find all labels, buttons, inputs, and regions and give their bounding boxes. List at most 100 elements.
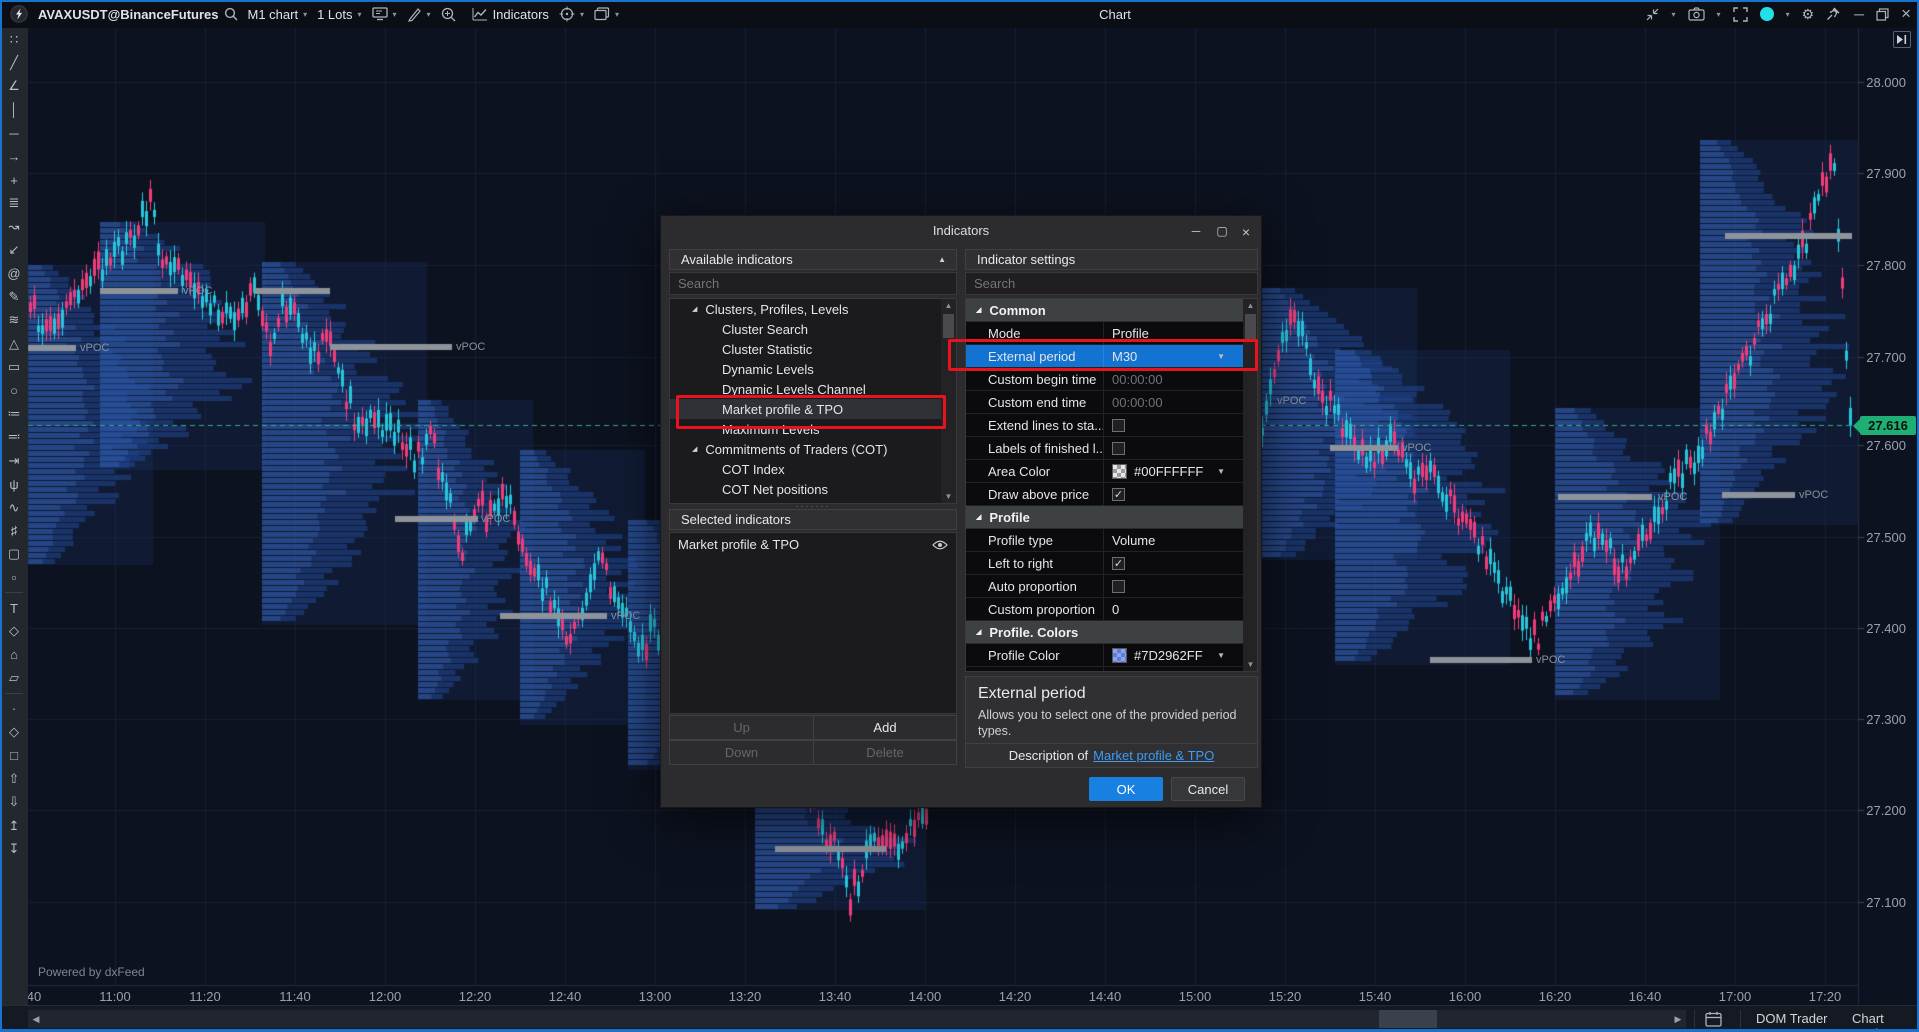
add-button[interactable]: Add [813, 715, 957, 740]
rectangle-tool-icon[interactable]: ▭ [0, 355, 28, 378]
templates-button[interactable]: ▾ [372, 7, 397, 21]
tree-item-cot-net-positions[interactable]: COT Net positions [670, 479, 956, 499]
horizontal-line-tool-icon[interactable]: ─ [0, 122, 28, 145]
settings-search-input[interactable] [965, 272, 1258, 295]
scroll-up-icon[interactable]: ▲ [941, 299, 956, 312]
zoom-button[interactable] [441, 7, 456, 22]
tree-expander-icon[interactable]: ◢ [692, 305, 697, 313]
polyline-tool-icon[interactable]: ↝ [0, 215, 28, 238]
available-indicators-header[interactable]: Available indicators ▲ [669, 249, 957, 270]
grid-tool-icon[interactable]: ♯ [0, 519, 28, 542]
cancel-button[interactable]: Cancel [1171, 777, 1245, 801]
ray-tool-icon[interactable]: ↙ [0, 239, 28, 262]
up-button[interactable]: Up [669, 715, 814, 740]
arrow-down-marker-tool-icon[interactable]: ⇩ [0, 791, 28, 814]
selection-tool-icon[interactable]: ∷ [0, 28, 28, 51]
dialog-minimize-button[interactable]: ─ [1187, 224, 1205, 238]
app-logo[interactable] [10, 5, 28, 23]
drawing-button[interactable]: ▾ [407, 7, 431, 22]
tree-item-cot-index[interactable]: COT Index [670, 459, 956, 479]
tree-item-cluster-search[interactable]: Cluster Search [670, 319, 956, 339]
chevron-down-icon[interactable]: ▼ [1217, 651, 1225, 660]
dot-marker-tool-icon[interactable]: · [0, 697, 28, 720]
setting-row-area-color[interactable]: Area Color#00FFFFFF▼ [966, 460, 1243, 483]
horizontal-scrollbar[interactable]: ◀ ▶ [28, 1010, 1686, 1028]
triangle-tool-icon[interactable]: △ [0, 332, 28, 355]
chevron-down-icon[interactable]: ▼ [1217, 467, 1225, 476]
available-search-input[interactable] [669, 272, 957, 295]
price-label-tool-icon[interactable]: ▱ [0, 667, 28, 690]
calendar-icon[interactable] [1705, 1011, 1722, 1027]
diamond-marker-tool-icon[interactable]: ◇ [0, 720, 28, 743]
close-button[interactable]: × [1901, 7, 1911, 21]
checkbox[interactable] [1112, 580, 1125, 593]
setting-row-profile-color[interactable]: Profile Color#7D2962FF▼ [966, 644, 1243, 667]
indicator-description-link[interactable]: Market profile & TPO [1093, 748, 1214, 763]
delete-button[interactable]: Delete [813, 740, 957, 765]
setting-row-profile[interactable]: ◢Profile [966, 506, 1243, 529]
callout-tool-icon[interactable]: ⌂ [0, 643, 28, 666]
long-position-tool-icon[interactable]: ↥ [0, 814, 28, 837]
scrollbar-thumb[interactable] [1379, 1010, 1437, 1028]
angle-tool-icon[interactable]: ∠ [0, 75, 28, 98]
scrollbar-thumb[interactable] [1245, 314, 1256, 342]
setting-row-bids[interactable]: Bids#00FF5252 [966, 667, 1243, 672]
setting-row-profile-colors[interactable]: ◢Profile. Colors [966, 621, 1243, 644]
connection-status-icon[interactable] [1760, 7, 1774, 21]
scroll-right-arrow[interactable]: ▶ [1670, 1010, 1686, 1028]
cross-tool-icon[interactable]: + [0, 168, 28, 191]
brush-tool-icon[interactable]: ✎ [0, 285, 28, 308]
chevron-down-icon[interactable]: ▾ [1717, 10, 1721, 19]
chevron-down-icon[interactable]: ▾ [1672, 10, 1676, 19]
setting-row-left-to-right[interactable]: Left to right✓ [966, 552, 1243, 575]
setting-row-auto-proportion[interactable]: Auto proportion [966, 575, 1243, 598]
wave-tool-icon[interactable]: ∿ [0, 496, 28, 519]
timeframe-selector[interactable]: M1 chart ▾ [248, 7, 308, 22]
setting-row-profile-type[interactable]: Profile typeVolume [966, 529, 1243, 552]
color-swatch[interactable] [1112, 671, 1127, 673]
tree-item-dynamic-levels[interactable]: Dynamic Levels [670, 359, 956, 379]
crosshair-button[interactable]: ▾ [559, 6, 584, 22]
camera-icon[interactable] [1688, 7, 1705, 21]
minimize-button[interactable]: ─ [1854, 7, 1864, 21]
vertical-line-tool-icon[interactable]: │ [0, 98, 28, 121]
parallel-lines-tool-icon[interactable]: ≣ [0, 192, 28, 215]
arrow-up-marker-tool-icon[interactable]: ⇧ [0, 767, 28, 790]
eye-icon[interactable] [932, 540, 948, 550]
volume-profile-tool-icon[interactable]: ψ [0, 472, 28, 495]
dashed-rect-tool-icon[interactable]: ▢ [0, 543, 28, 566]
color-swatch[interactable] [1112, 648, 1127, 663]
extend-levels-tool-icon[interactable]: ⇥ [0, 449, 28, 472]
color-swatch[interactable] [1112, 464, 1127, 479]
square-marker-tool-icon[interactable]: □ [0, 744, 28, 767]
small-rect-tool-icon[interactable]: ▫ [0, 566, 28, 589]
dom-trader-button[interactable]: DOM Trader [1756, 1011, 1828, 1026]
levels-channel-tool-icon[interactable]: ≕ [0, 426, 28, 449]
setting-row-common[interactable]: ◢Common [966, 299, 1243, 322]
scroll-up-icon[interactable]: ▲ [1243, 299, 1258, 312]
scroll-down-icon[interactable]: ▼ [1243, 658, 1258, 671]
dialog-maximize-button[interactable]: ▢ [1213, 224, 1231, 238]
setting-row-labels-of-finished-l-[interactable]: Labels of finished l... [966, 437, 1243, 460]
text-tool-icon[interactable]: T [0, 596, 28, 619]
lots-selector[interactable]: 1 Lots ▾ [317, 7, 361, 22]
checkbox[interactable] [1112, 442, 1125, 455]
indicators-button[interactable]: Indicators [472, 7, 549, 22]
checkbox[interactable]: ✓ [1112, 488, 1125, 501]
selected-indicator-row[interactable]: Market profile & TPO [670, 533, 956, 556]
arrow-tool-icon[interactable]: → [0, 145, 28, 168]
chevron-down-icon[interactable]: ▾ [1786, 10, 1790, 19]
hatch-tool-icon[interactable]: ≋ [0, 309, 28, 332]
tree-item-clusters-profiles-levels[interactable]: ◢Clusters, Profiles, Levels [670, 299, 956, 319]
layout-button[interactable]: ▾ [594, 7, 619, 21]
trend-line-tool-icon[interactable]: ╱ [0, 51, 28, 74]
collapse-icon[interactable] [1645, 7, 1660, 22]
jump-to-latest-button[interactable] [1893, 31, 1911, 48]
dialog-close-button[interactable]: × [1237, 224, 1255, 240]
setting-row-custom-begin-time[interactable]: Custom begin time00:00:00 [966, 368, 1243, 391]
tree-item-commitments-of-traders-cot-[interactable]: ◢Commitments of Traders (COT) [670, 439, 956, 459]
tree-item-cluster-statistic[interactable]: Cluster Statistic [670, 339, 956, 359]
restore-button[interactable] [1876, 8, 1889, 21]
setting-row-extend-lines-to-sta-[interactable]: Extend lines to sta... [966, 414, 1243, 437]
setting-row-draw-above-price[interactable]: Draw above price✓ [966, 483, 1243, 506]
